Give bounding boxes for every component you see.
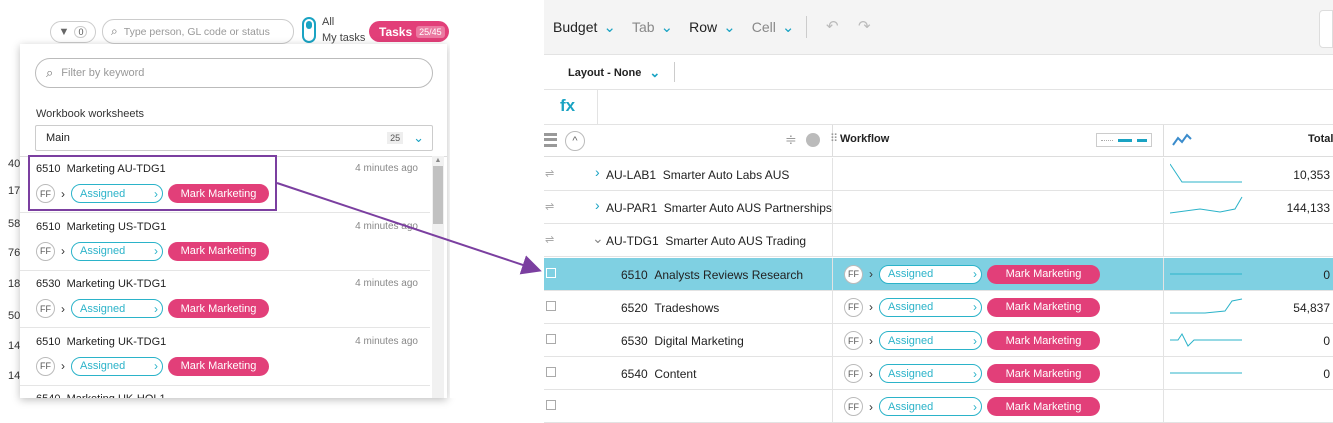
mark-marketing-button[interactable]: Mark Marketing: [987, 397, 1100, 417]
status-assigned-button[interactable]: Assigned ›: [879, 397, 982, 417]
callout-arrow: [276, 182, 542, 275]
avatar: FF: [844, 397, 863, 417]
workflow-cell: FF › Assigned › Mark Marketing: [844, 397, 1100, 417]
chevron-right-icon: ›: [973, 399, 977, 414]
chevron-right-icon: ›: [869, 399, 873, 414]
row-checkbox[interactable]: [546, 400, 556, 411]
row-label: [621, 400, 628, 414]
status-label: Assigned: [888, 400, 934, 413]
